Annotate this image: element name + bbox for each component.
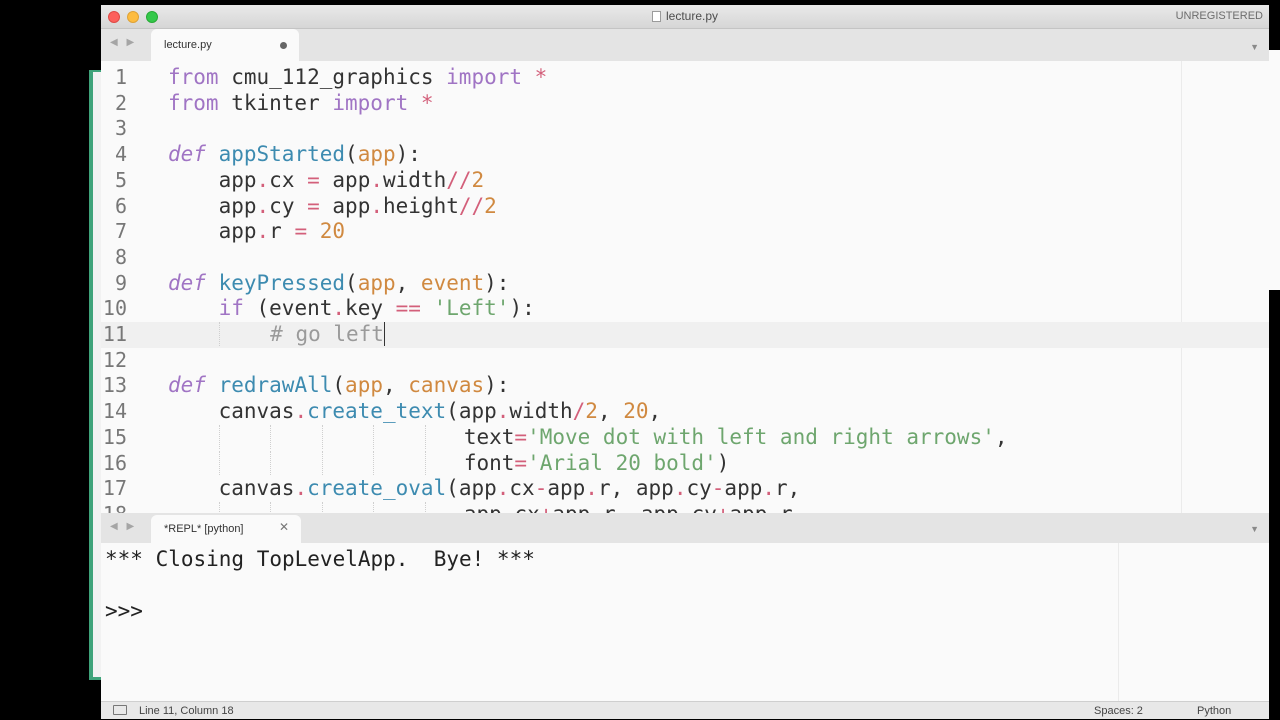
code-text: canvas.create_oval(app.cx-app.r, app.cy-… bbox=[168, 476, 801, 501]
code-editor[interactable]: 1 from cmu_112_graphics import * 2 from tki… bbox=[101, 61, 1269, 513]
line-number: 12 bbox=[102, 347, 127, 372]
line-number: 6 bbox=[114, 193, 127, 218]
code-text: app.cx+app.r, app.cy+app.r bbox=[168, 501, 793, 513]
line-number: 18 bbox=[101, 502, 127, 513]
line-number: 8 bbox=[114, 244, 127, 269]
unsaved-changes-dot-icon[interactable] bbox=[280, 42, 287, 49]
line-number: 10 bbox=[102, 296, 127, 321]
repl-output-line: *** Closing TopLevelApp. Bye! *** bbox=[105, 547, 535, 571]
repl-console[interactable]: *** Closing TopLevelApp. Bye! *** >>> bbox=[101, 543, 1269, 701]
code-line[interactable]: 11 # go left bbox=[101, 322, 1269, 348]
editor-tab-bar: ◀ ▶ lecture.py ▼ bbox=[101, 29, 1269, 61]
panel-toggle-icon[interactable] bbox=[113, 705, 127, 715]
document-icon bbox=[651, 11, 661, 22]
line-number: 13 bbox=[102, 373, 127, 398]
text-cursor bbox=[383, 322, 385, 346]
code-text: text='Move dot with left and right arrow… bbox=[168, 424, 1008, 451]
line-number: 4 bbox=[114, 142, 127, 167]
tab-list-dropdown-icon[interactable]: ▼ bbox=[1250, 524, 1259, 534]
line-number: 9 bbox=[114, 270, 127, 295]
tab-list-dropdown-icon[interactable]: ▼ bbox=[1250, 42, 1259, 52]
indentation-setting[interactable]: Spaces: 2 bbox=[1094, 705, 1143, 717]
unregistered-label: UNREGISTERED bbox=[1175, 10, 1263, 22]
line-number: 11 bbox=[102, 322, 127, 346]
code-line[interactable]: 10 if (event.key == 'Left'): bbox=[101, 296, 1269, 322]
code-line[interactable]: 7 app.r = 20 bbox=[101, 219, 1269, 245]
code-line[interactable]: 3 bbox=[101, 116, 1269, 142]
code-text: app.r = 20 bbox=[168, 219, 346, 244]
code-text: app.cy = app.height//2 bbox=[168, 193, 497, 218]
close-tab-icon[interactable]: ✕ bbox=[279, 520, 289, 534]
code-text: font='Arial 20 bold') bbox=[168, 450, 729, 477]
wrap-guide bbox=[1118, 543, 1119, 701]
line-number: 5 bbox=[114, 167, 127, 192]
background-window-right-edge bbox=[1268, 50, 1280, 290]
tab-label: lecture.py bbox=[164, 39, 212, 51]
line-number: 16 bbox=[102, 450, 127, 475]
code-line[interactable]: 16 font='Arial 20 bold') bbox=[101, 450, 1269, 477]
code-line[interactable]: 18 app.cx+app.r, app.cy+app.r bbox=[101, 501, 1269, 513]
code-line[interactable]: 1 from cmu_112_graphics import * bbox=[101, 65, 1269, 91]
tab-label: *REPL* [python] bbox=[164, 523, 244, 535]
code-text: def redrawAll(app, canvas): bbox=[168, 373, 510, 398]
code-line[interactable]: 8 bbox=[101, 245, 1269, 271]
code-text: from cmu_112_graphics import * bbox=[168, 65, 548, 89]
code-line[interactable]: 14 canvas.create_text(app.width/2, 20, bbox=[101, 399, 1269, 425]
background-window-content bbox=[93, 72, 101, 677]
line-number: 1 bbox=[114, 65, 127, 89]
repl-prompt[interactable]: >>> bbox=[105, 599, 143, 623]
code-text: def keyPressed(app, event): bbox=[168, 270, 510, 295]
minimize-window-button[interactable] bbox=[127, 11, 139, 23]
code-line[interactable]: 12 bbox=[101, 348, 1269, 374]
line-number: 14 bbox=[102, 399, 127, 424]
line-number: 7 bbox=[114, 219, 127, 244]
code-text: canvas.create_text(app.width/2, 20, bbox=[168, 399, 662, 424]
code-line[interactable]: 5 app.cx = app.width//2 bbox=[101, 168, 1269, 194]
syntax-mode[interactable]: Python bbox=[1197, 705, 1231, 717]
editor-window: lecture.py UNREGISTERED ◀ ▶ lecture.py ▼… bbox=[101, 5, 1269, 719]
cursor-position[interactable]: Line 11, Column 18 bbox=[139, 705, 234, 717]
line-number: 15 bbox=[102, 424, 127, 449]
code-text: # go left bbox=[168, 322, 385, 348]
tab-nav-arrows-icon[interactable]: ◀ ▶ bbox=[110, 521, 137, 532]
code-line[interactable]: 15 text='Move dot with left and right ar… bbox=[101, 424, 1269, 451]
tab-nav-arrows-icon[interactable]: ◀ ▶ bbox=[110, 37, 137, 48]
line-number: 3 bbox=[114, 116, 127, 141]
status-bar: Line 11, Column 18 Spaces: 2 Python bbox=[101, 701, 1269, 719]
zoom-window-button[interactable] bbox=[146, 11, 158, 23]
code-text: if (event.key == 'Left'): bbox=[218, 296, 535, 321]
code-line[interactable]: 13 def redrawAll(app, canvas): bbox=[101, 373, 1269, 399]
code-text: from tkinter import * bbox=[168, 90, 434, 115]
code-text: app.cx = app.width//2 bbox=[168, 167, 485, 192]
tab-repl-python[interactable]: *REPL* [python] ✕ bbox=[151, 515, 301, 543]
code-line[interactable]: 2 from tkinter import * bbox=[101, 91, 1269, 117]
code-text: def appStarted(app): bbox=[168, 142, 421, 167]
code-line[interactable]: 9 def keyPressed(app, event): bbox=[101, 271, 1269, 297]
close-window-button[interactable] bbox=[108, 11, 120, 23]
code-line[interactable]: 17 canvas.create_oval(app.cx-app.r, app.… bbox=[101, 476, 1269, 502]
tab-lecture-py[interactable]: lecture.py bbox=[151, 29, 299, 61]
window-title-area: lecture.py bbox=[101, 5, 1269, 28]
title-bar: lecture.py UNREGISTERED bbox=[101, 5, 1269, 29]
window-title: lecture.py bbox=[665, 9, 719, 23]
code-line[interactable]: 4 def appStarted(app): bbox=[101, 142, 1269, 168]
line-number: 17 bbox=[102, 476, 127, 501]
line-number: 2 bbox=[114, 90, 127, 115]
code-line[interactable]: 6 app.cy = app.height//2 bbox=[101, 194, 1269, 220]
repl-tab-bar: ◀ ▶ *REPL* [python] ✕ ▼ bbox=[101, 513, 1269, 543]
